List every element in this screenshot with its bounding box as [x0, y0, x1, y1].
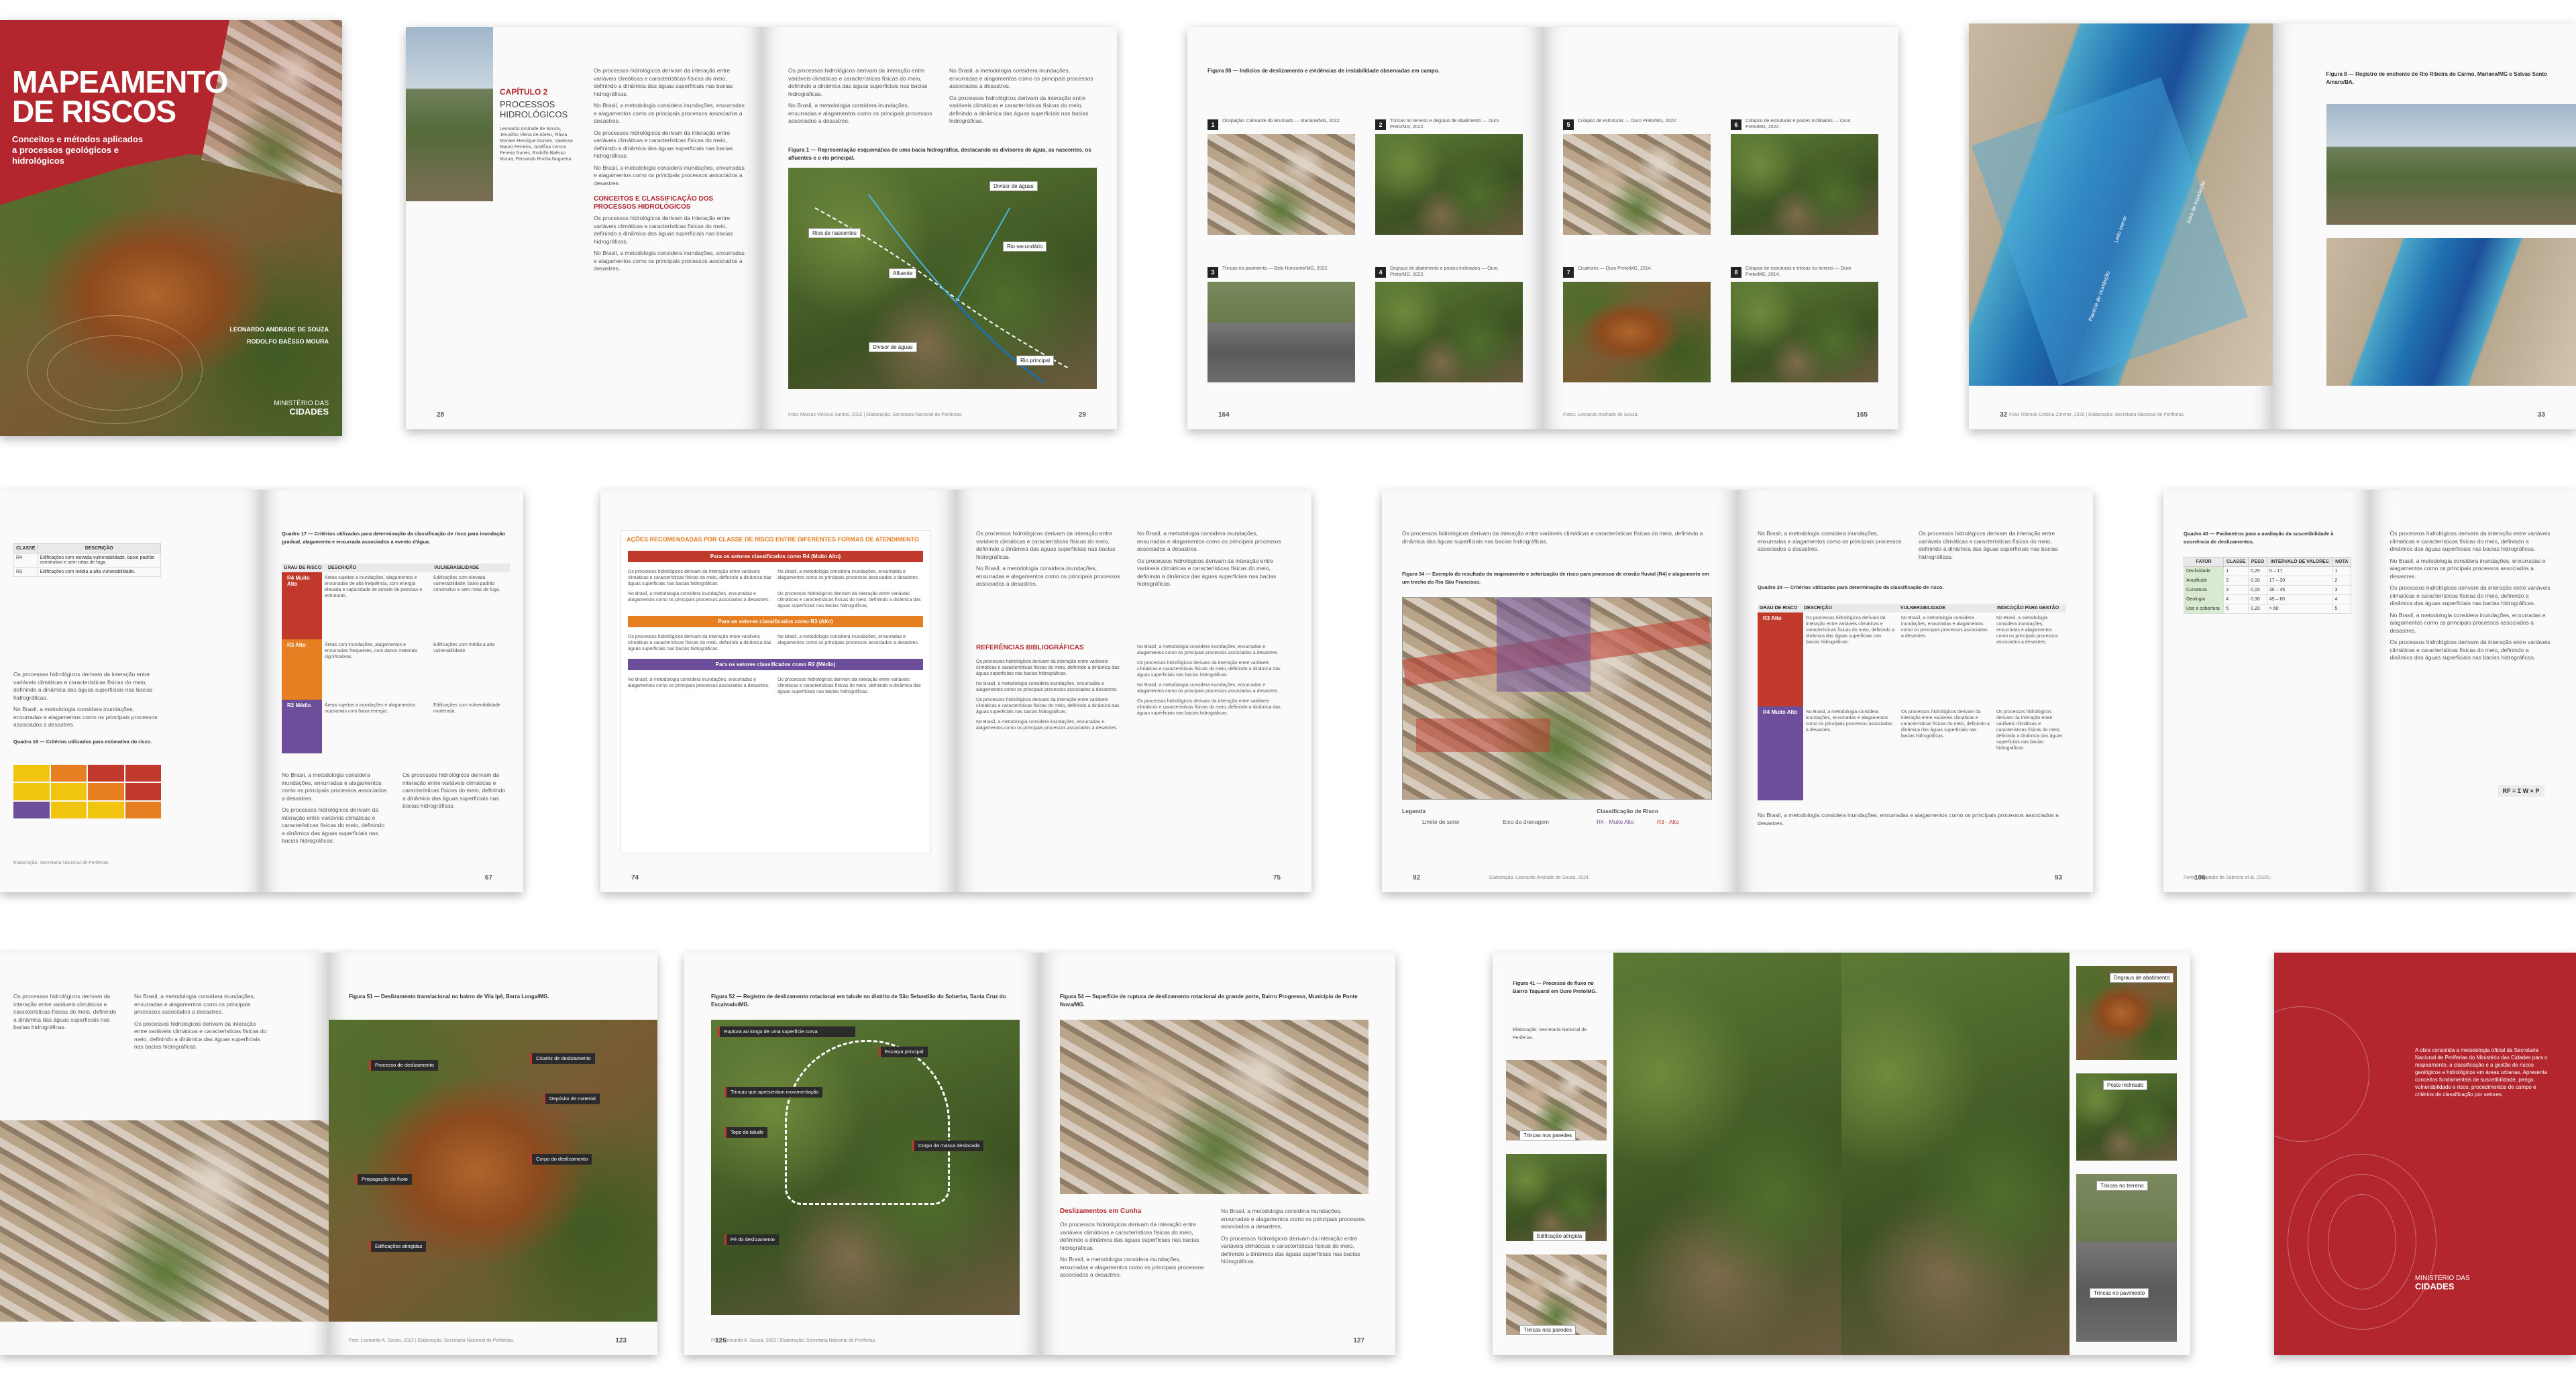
page-67: Quadro 17 — Critérios utilizados para de… [262, 490, 523, 892]
page-127: Figura 54 — Superfície de ruptura de des… [1040, 953, 1395, 1355]
page-29: Os processos hidrológicos derivam da int… [761, 27, 1117, 429]
spread-sector-map[interactable]: Os processos hidrológicos derivam da int… [1382, 490, 2093, 892]
back-cover-blurb: A obra consolida a metodologia oficial d… [2415, 1047, 2548, 1098]
river-aerial-photo: Área de inundação Planície de inundação … [1969, 23, 2273, 386]
book-back-cover[interactable]: A obra consolida a metodologia oficial d… [2274, 953, 2576, 1355]
page-74: AÇÕES RECOMENDADAS POR CLASSE DE RISCO E… [600, 490, 956, 892]
flood-photo-bottom [2326, 238, 2576, 386]
cover-authors: LEONARDO ANDRADE DE SOUZA RODOLFO BAÊSSO… [229, 326, 329, 345]
sector-criteria-table: GRAU DE RISCO DESCRIÇÃO VULNERABILIDADE … [1758, 604, 2066, 800]
rupture-surface-photo [1060, 1020, 1368, 1194]
label-divisor-2: Divisor de águas [869, 342, 917, 352]
chapter-authors: Leonardo Andrade de Souza, Jerusilho Vie… [500, 127, 573, 162]
flood-photo [406, 27, 493, 201]
flow-aerial-left [1613, 953, 1841, 1355]
sector-map-image [1402, 597, 1712, 800]
spread-chapter-hydrological[interactable]: CAPÍTULO 2 PROCESSOS HIDROLÓGICOS Leonard… [406, 27, 1117, 429]
page-122: Os processos hidrológicos derivam da int… [0, 953, 329, 1355]
spread-recommended-actions[interactable]: AÇÕES RECOMENDADAS POR CLASSE DE RISCO E… [600, 490, 1311, 892]
page-107: Os processos hidrológicos derivam da int… [2369, 490, 2576, 892]
flood-photo-top [2326, 104, 2576, 225]
page-106: Quadro 43 — Parâmetros para a avaliação … [2163, 490, 2370, 892]
cover-subtitle: Conceitos e métodos aplicados a processo… [12, 134, 144, 166]
susceptibility-table: FATOR CLASSE PESO INTERVALO DE VALORES NOTA … [2183, 557, 2352, 614]
spread-rotational-landslide[interactable]: Figura 52 — Registro de deslizamento rot… [684, 953, 1395, 1355]
photo-8 [1731, 282, 1878, 382]
label-nascentes: Rios de nascentes [808, 228, 861, 238]
photo-credit: Foto: Marcos Vinícius Santos, 2022 | Ela… [788, 413, 963, 417]
flow-aerial-right [1841, 953, 2070, 1355]
page-93: No Brasil, a metodologia considera inund… [1737, 490, 2093, 892]
figure-caption: Figura 80 — Indícios de deslizamento e e… [1208, 68, 1440, 74]
label-afluente: Afluente [889, 268, 917, 278]
page-28: CAPÍTULO 2 PROCESSOS HIDROLÓGICOS Leonard… [406, 27, 761, 429]
spread-river-flood[interactable]: Área de inundação Planície de inundação … [1969, 23, 2576, 429]
risk-matrix [13, 765, 161, 818]
references-heading: REFERÊNCIAS BIBLIOGRÁFICAS [976, 644, 1084, 651]
label-rio-secundario: Rio secundário [1003, 242, 1047, 252]
risk-table: GRAU DE RISCO DESCRIÇÃO VULNERABILIDADE … [282, 564, 510, 753]
spread-field-evidence[interactable]: Figura 80 — Indícios de deslizamento e e… [1187, 27, 1898, 429]
formula: RF = Σ W × P [2497, 785, 2545, 797]
figure-caption: Figura 1 — Representação esquemática de … [788, 147, 1091, 161]
back-ministry-logo: MINISTÉRIO DAS CIDADES [2415, 1275, 2470, 1291]
flood-area-overlay [1972, 77, 2248, 386]
rotational-landslide-photo: Ruptura ao longo de uma superfície curva… [711, 1020, 1020, 1315]
spread-risk-criteria[interactable]: CLASSE DESCRIÇÃO R4 Edificações com elevad… [0, 490, 523, 892]
cover-title: MAPEAMENTO DE RISCOS [12, 64, 228, 129]
back-cover-page: A obra consolida a metodologia oficial d… [2274, 953, 2576, 1355]
page-33: Figura 8 — Registro de enchente do Rio R… [2272, 23, 2576, 429]
page-123: Figura 51 — Deslizamento translacional n… [329, 953, 657, 1355]
flow-photo-6 [2076, 1174, 2177, 1342]
spread-translational-landslide[interactable]: Os processos hidrológicos derivam da int… [0, 953, 657, 1355]
page-32: Área de inundação Planície de inundação … [1969, 23, 2273, 429]
page-126: Figura 52 — Registro de deslizamento rot… [684, 953, 1040, 1355]
chapter-body: Os processos hidrológicos derivam da int… [594, 67, 748, 277]
page-left-flow: Figura 41 — Processo de fluxo no Bairro … [1493, 953, 1841, 1355]
spread-flow-process[interactable]: Figura 41 — Processo de fluxo no Bairro … [1493, 953, 2190, 1355]
page-66: CLASSE DESCRIÇÃO R4 Edificações com elevad… [0, 490, 262, 892]
photo-5 [1563, 134, 1711, 235]
photo-7 [1563, 282, 1711, 382]
landslide-aerial-right: Processo de deslizamento Cicatriz de des… [329, 1020, 657, 1322]
label-rio-principal: Rio principal [1016, 356, 1055, 366]
landslide-aerial-left [0, 1120, 329, 1322]
section-heading: CONCEITOS E CLASSIFICAÇÃO DOS PROCESSOS … [594, 195, 714, 211]
chapter-title: PROCESSOS HIDROLÓGICOS [500, 99, 568, 119]
page-75: Os processos hidrológicos derivam da int… [956, 490, 1311, 892]
photo-2 [1375, 134, 1523, 235]
page-165: 5 6 7 8 Colapso de estruturas — Ouro Pre… [1543, 27, 1898, 429]
flow-photo-1 [1506, 1060, 1607, 1140]
chapter-label: CAPÍTULO 2 [500, 87, 548, 97]
photo-3 [1208, 282, 1355, 382]
spread-susceptibility[interactable]: Quadro 43 — Parâmetros para a avaliação … [2163, 490, 2576, 892]
photo-4 [1375, 282, 1523, 382]
flow-photo-3 [1506, 1255, 1607, 1335]
photo-1 [1208, 134, 1355, 235]
basin-aerial-photo: Divisor de águas Rios de nascentes Aflue… [788, 168, 1097, 389]
page-92: Os processos hidrológicos derivam da int… [1382, 490, 1737, 892]
photo-6 [1731, 134, 1878, 235]
page-right-flow: Degraus de abatimento Poste inclinado Tr… [1841, 953, 2190, 1355]
page-number: 28 [437, 411, 445, 419]
actions-box: AÇÕES RECOMENDADAS POR CLASSE DE RISCO E… [621, 530, 930, 853]
section-heading: Deslizamentos em Cunha [1060, 1208, 1142, 1215]
label-divisor: Divisor de águas [989, 181, 1038, 191]
page-number: 29 [1078, 411, 1086, 419]
cover-ministry-logo: MINISTÉRIO DAS CIDADES [274, 400, 329, 417]
flow-photo-2 [1506, 1154, 1607, 1241]
book-cover[interactable]: MAPEAMENTO DE RISCOS Conceitos e métodos… [0, 20, 342, 436]
page-164: Figura 80 — Indícios de deslizamento e e… [1187, 27, 1543, 429]
cover-page: MAPEAMENTO DE RISCOS Conceitos e métodos… [0, 20, 342, 436]
